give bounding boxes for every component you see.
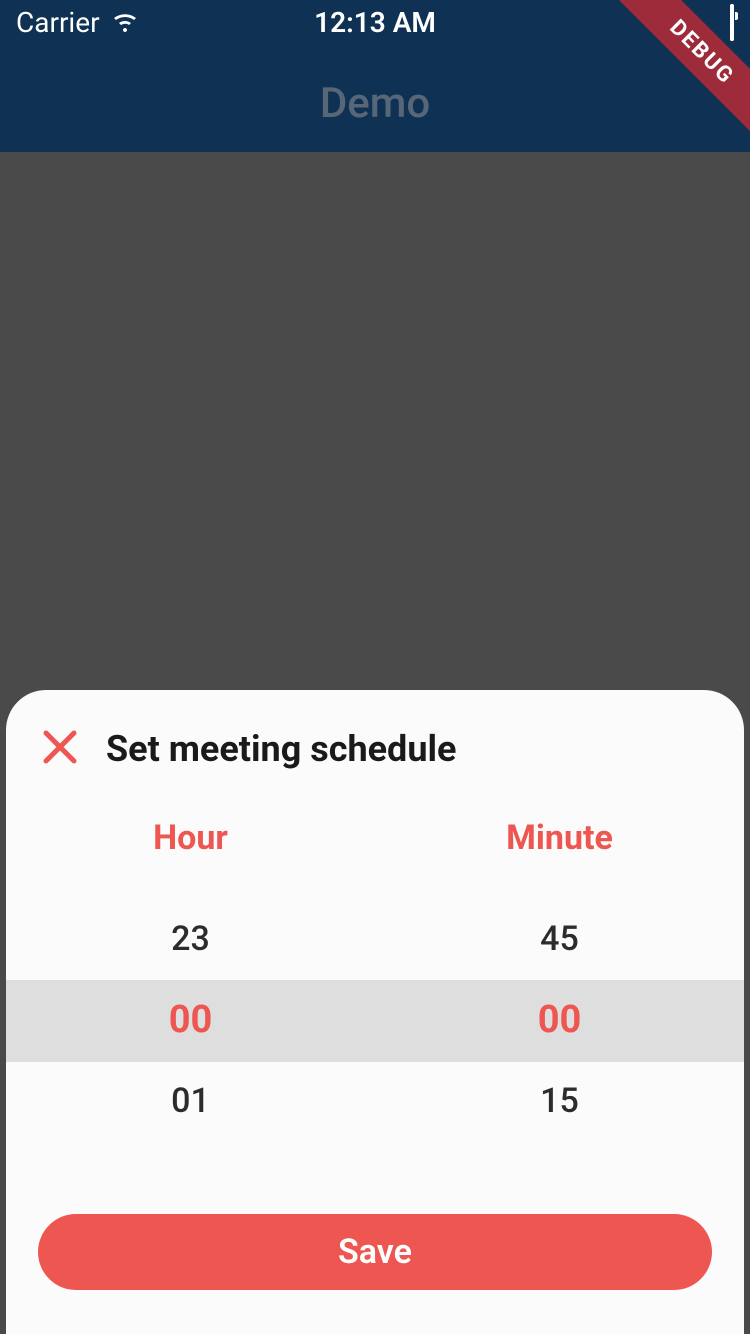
sheet-title: Set meeting schedule [106,728,456,770]
minute-picker[interactable]: 45 00 15 [375,898,744,1142]
time-picker: 23 00 01 45 00 15 [6,898,744,1142]
minute-next: 15 [375,1061,744,1142]
wifi-icon [110,6,140,39]
hour-picker[interactable]: 23 00 01 [6,898,375,1142]
minute-prev: 45 [375,898,744,979]
bottom-sheet: Set meeting schedule Hour Minute 23 00 0… [6,690,744,1334]
hour-prev: 23 [6,898,375,979]
carrier-label: Carrier [16,6,100,39]
minute-selected: 00 [375,979,744,1060]
minute-label: Minute [375,818,744,858]
status-left: Carrier [16,6,140,39]
status-time: 12:13 AM [314,6,436,39]
status-right [730,6,734,39]
sheet-header: Set meeting schedule [6,728,744,818]
hour-label: Hour [6,818,375,858]
battery-icon [730,6,734,39]
picker-labels: Hour Minute [6,818,744,898]
close-icon[interactable] [42,729,78,769]
hour-next: 01 [6,1061,375,1142]
save-button[interactable]: Save [38,1214,712,1290]
hour-selected: 00 [6,979,375,1060]
